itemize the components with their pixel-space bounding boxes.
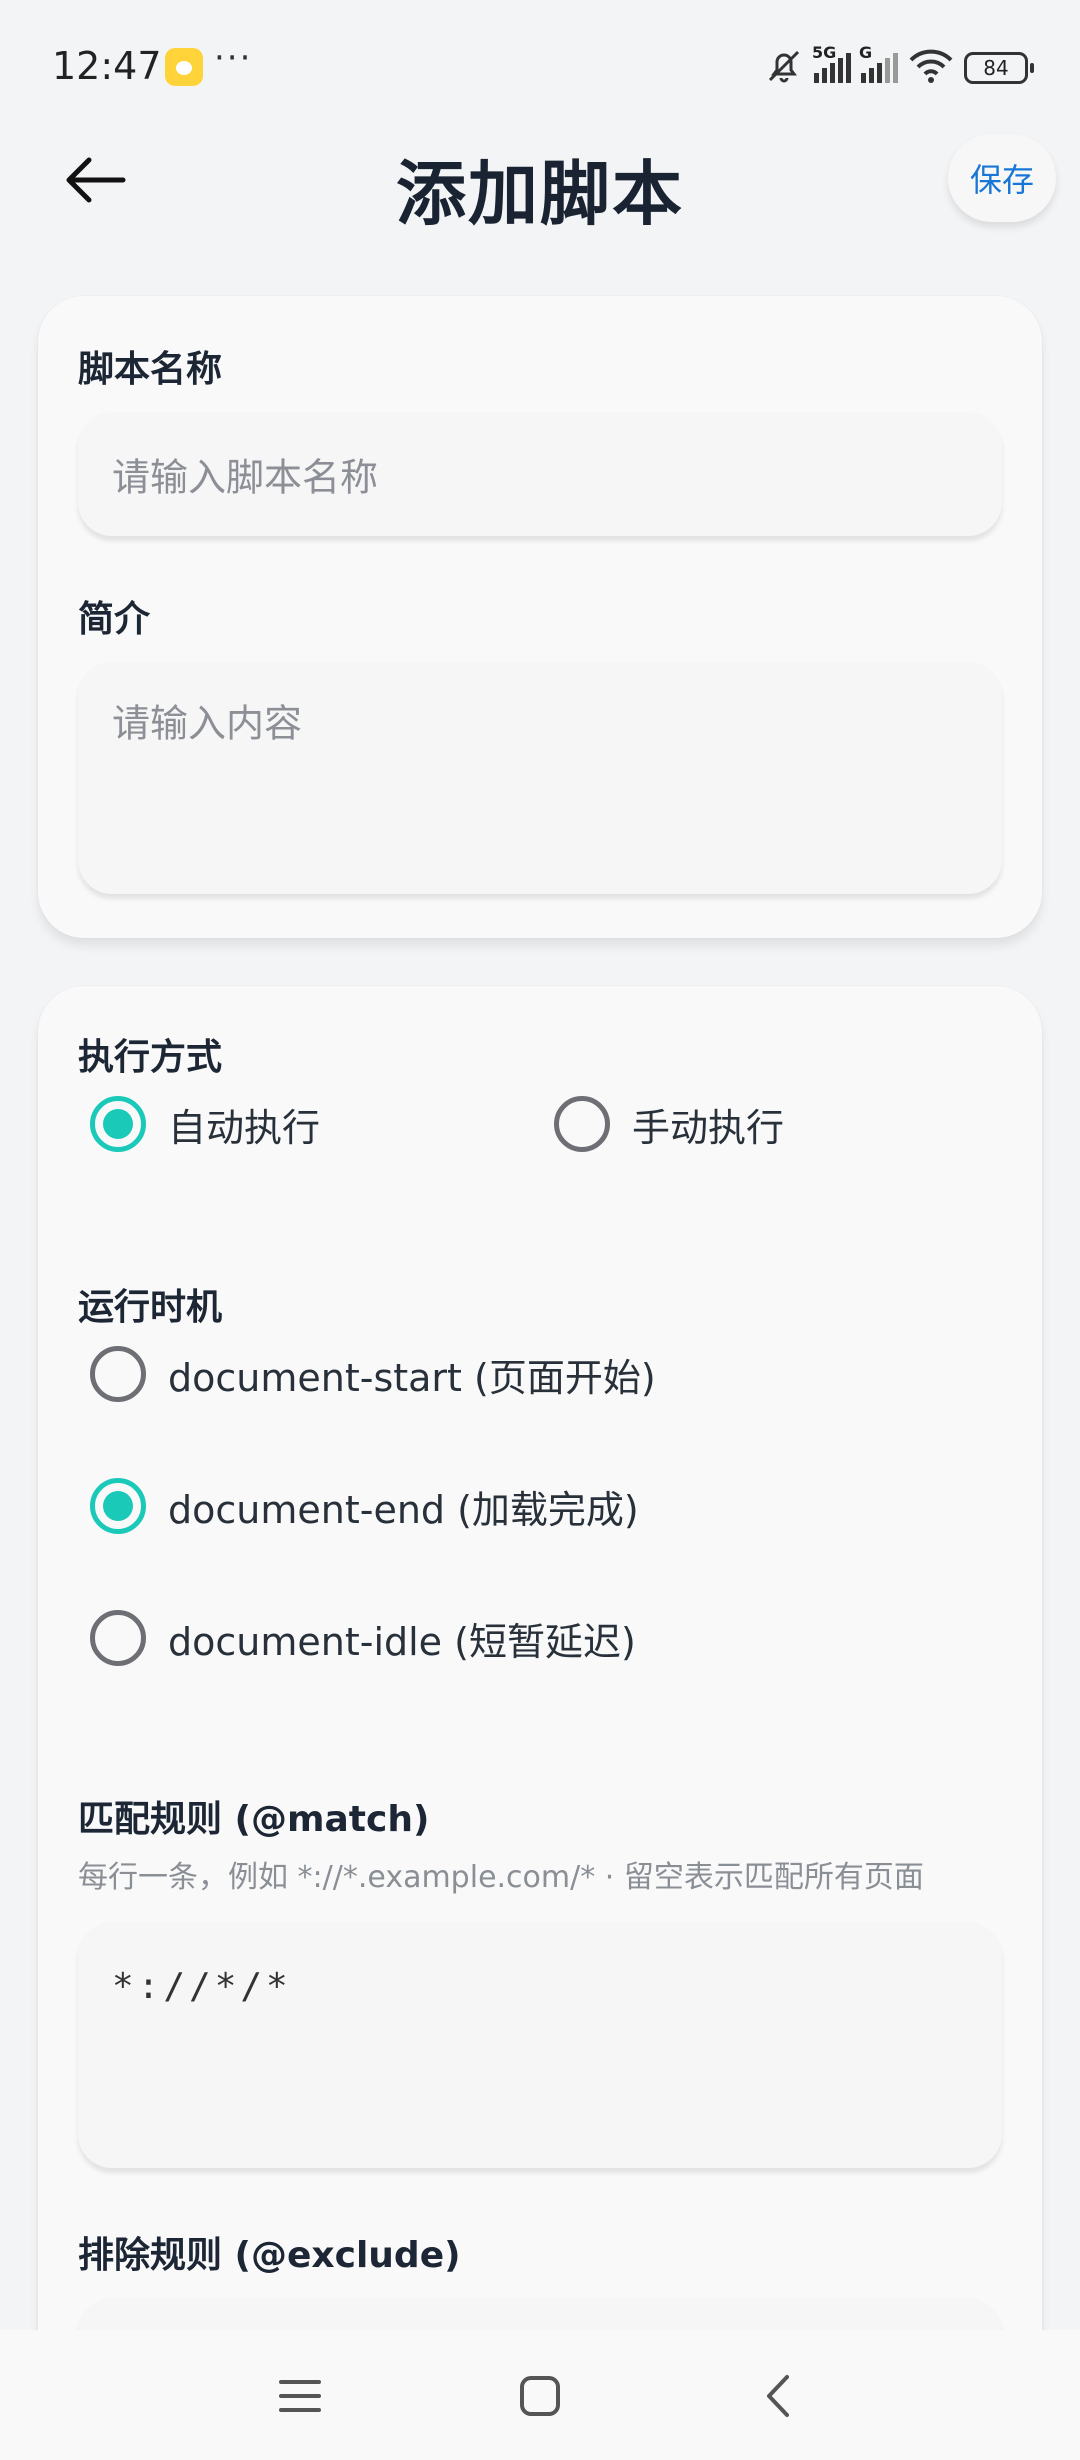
radio-unselected-icon — [90, 1610, 146, 1666]
execution-mode-label: 执行方式 — [78, 1037, 223, 1078]
run-at-label: 运行时机 — [78, 1287, 223, 1328]
battery-icon: 84 — [964, 52, 1034, 84]
description-placeholder: 请输入内容 — [112, 701, 303, 746]
script-name-label: 脚本名称 — [78, 349, 223, 390]
home-button[interactable] — [500, 2356, 580, 2436]
match-rules-hint: 每行一条，例如 *://*.example.com/* · 留空表示匹配所有页面 — [78, 1860, 924, 1895]
match-rules-label: 匹配规则 (@match) — [78, 1799, 430, 1840]
script-name-placeholder: 请输入脚本名称 — [112, 455, 379, 500]
match-rules-input[interactable]: *://*/* — [78, 1922, 1002, 2168]
app-notification-icon — [165, 48, 203, 86]
signal-icon: 5G — [812, 43, 851, 83]
page-title: 添加脚本 — [396, 153, 684, 235]
radio-unselected-icon — [554, 1096, 610, 1152]
system-nav-bar — [0, 2330, 1080, 2460]
description-input[interactable]: 请输入内容 — [78, 662, 1002, 894]
menu-button[interactable] — [260, 2356, 340, 2436]
radio-selected-icon — [90, 1096, 146, 1152]
mute-bell-icon — [764, 46, 804, 90]
radio-document-idle[interactable]: document-idle (短暂延迟) — [90, 1610, 636, 1666]
more-notifications-icon: ··· — [214, 38, 253, 78]
radio-label: document-idle (短暂延迟) — [168, 1619, 636, 1664]
status-bar: 12:47 ··· 5G G 84 — [0, 0, 1080, 130]
execution-settings-card: 执行方式 自动执行 手动执行 运行时机 document-start (页面开始… — [38, 986, 1042, 2460]
radio-unselected-icon — [90, 1346, 146, 1402]
match-rules-value: *://*/* — [112, 1966, 292, 2007]
nav-back-button[interactable] — [738, 2356, 818, 2436]
home-icon — [520, 2376, 560, 2416]
radio-label: document-end (加载完成) — [168, 1487, 639, 1532]
radio-manual-execute[interactable]: 手动执行 — [554, 1096, 784, 1152]
radio-document-end[interactable]: document-end (加载完成) — [90, 1478, 639, 1534]
radio-label: 自动执行 — [168, 1105, 321, 1150]
menu-icon — [279, 2380, 321, 2412]
radio-label: document-start (页面开始) — [168, 1355, 656, 1400]
basic-info-card: 脚本名称 请输入脚本名称 简介 请输入内容 — [38, 296, 1042, 938]
radio-document-start[interactable]: document-start (页面开始) — [90, 1346, 656, 1402]
status-icons: 5G G 84 — [764, 43, 1034, 92]
exclude-rules-label: 排除规则 (@exclude) — [78, 2235, 461, 2276]
description-label: 简介 — [78, 599, 151, 640]
radio-selected-icon — [90, 1478, 146, 1534]
save-button[interactable]: 保存 — [948, 134, 1056, 222]
back-icon — [767, 2375, 789, 2417]
radio-label: 手动执行 — [632, 1105, 785, 1150]
radio-auto-execute[interactable]: 自动执行 — [90, 1096, 320, 1152]
script-name-input[interactable]: 请输入脚本名称 — [78, 412, 1002, 536]
wifi-icon — [908, 48, 954, 88]
status-time: 12:47 — [52, 44, 162, 88]
signal-2-icon: G — [859, 43, 898, 83]
